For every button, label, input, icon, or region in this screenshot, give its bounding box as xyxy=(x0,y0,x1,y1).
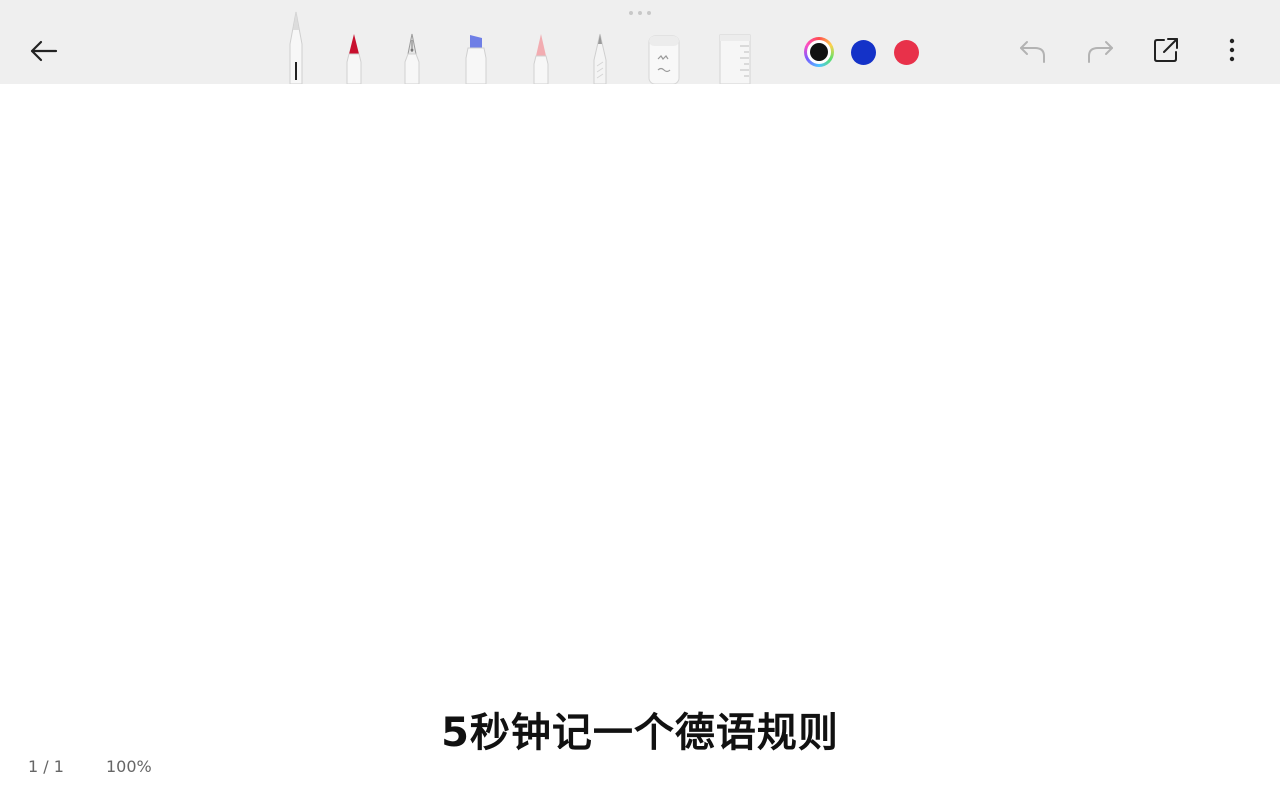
back-button[interactable] xyxy=(26,34,62,68)
pencil-icon xyxy=(593,33,607,85)
ruler-icon xyxy=(719,34,751,85)
color-swatch-blue[interactable] xyxy=(851,40,876,65)
brush-pen-icon xyxy=(533,34,549,85)
drag-handle-icon[interactable] xyxy=(629,11,651,15)
drawing-toolbar xyxy=(0,0,1280,85)
arrow-left-icon xyxy=(30,40,58,62)
more-button[interactable] xyxy=(1214,32,1250,68)
video-caption: 5秒钟记一个德语规则 xyxy=(441,710,839,756)
page-indicator: 1 / 1 xyxy=(28,757,64,776)
color-swatch-black[interactable] xyxy=(804,37,834,67)
share-button[interactable] xyxy=(1148,32,1184,68)
highlighter-icon xyxy=(465,35,487,85)
marker-tool[interactable] xyxy=(343,32,365,85)
eraser-icon xyxy=(648,35,680,85)
share-icon xyxy=(1154,38,1178,62)
zoom-level[interactable]: 100% xyxy=(106,757,152,776)
color-swatch-red[interactable] xyxy=(894,40,919,65)
swatch-color-fill xyxy=(810,43,828,61)
fountain-pen-icon xyxy=(404,33,420,85)
fountain-pen-tool[interactable] xyxy=(401,32,423,85)
redo-button[interactable] xyxy=(1082,33,1118,69)
undo-icon xyxy=(1020,41,1045,63)
highlighter-tool[interactable] xyxy=(461,32,491,85)
brush-tool[interactable] xyxy=(530,32,552,85)
more-vertical-icon xyxy=(1229,38,1235,62)
marker-pen-icon xyxy=(346,34,362,85)
eraser-tool[interactable] xyxy=(648,35,680,85)
pencil-tool[interactable] xyxy=(589,32,611,85)
ballpoint-pen-tool[interactable] xyxy=(285,10,307,85)
redo-icon xyxy=(1088,41,1113,63)
ballpoint-pen-icon xyxy=(289,11,303,85)
ruler-tool[interactable] xyxy=(718,34,752,85)
drawing-canvas[interactable] xyxy=(0,84,1280,800)
undo-button[interactable] xyxy=(1015,33,1051,69)
